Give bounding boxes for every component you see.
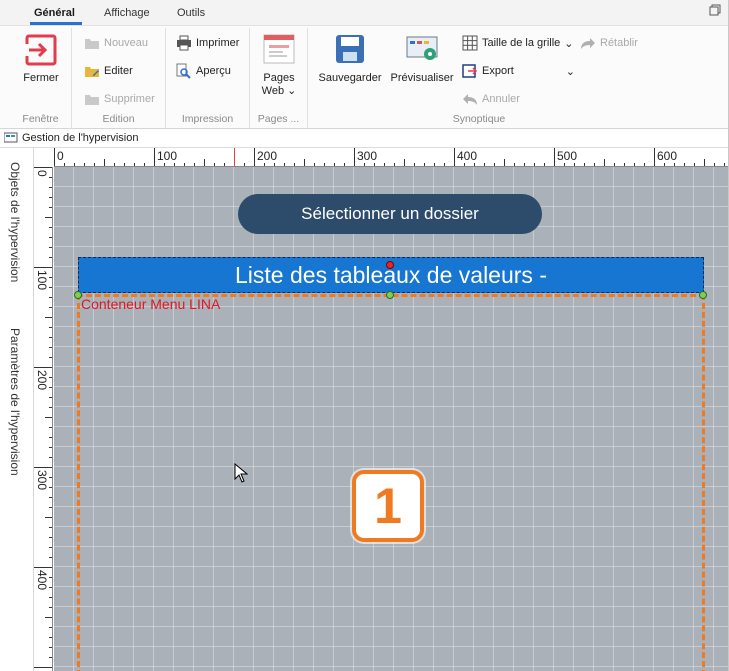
group-edition: Nouveau Editer Supprimer Edition bbox=[72, 28, 166, 128]
group-label-synoptique: Synoptique bbox=[452, 113, 506, 125]
group-label-impression: Impression bbox=[181, 113, 234, 125]
ribbon-tabs: Général Affichage Outils bbox=[0, 0, 728, 25]
tab-outils[interactable]: Outils bbox=[177, 7, 205, 19]
group-label-fenetre: Fenêtre bbox=[22, 113, 59, 125]
folder-plus-icon bbox=[84, 35, 100, 51]
h-ruler-label: 100 bbox=[157, 149, 177, 163]
tab-hypervision-objects[interactable]: Objets de l'hypervision bbox=[8, 162, 22, 282]
mouse-cursor-icon bbox=[234, 462, 249, 486]
horizontal-ruler-ticks: 0 100 200 300 400 500 600 bbox=[54, 148, 725, 166]
redo-icon bbox=[580, 35, 596, 51]
v-ruler-label: 100 bbox=[35, 270, 49, 290]
ruler-corner bbox=[34, 148, 54, 167]
h-ruler-label: 400 bbox=[457, 149, 477, 163]
grid-size-dropdown[interactable]: Taille de la grille ⌄ bbox=[462, 33, 573, 53]
print-button[interactable]: Imprimer bbox=[176, 33, 239, 53]
close-button[interactable]: Fermer bbox=[18, 34, 64, 85]
group-label-edition: Edition bbox=[102, 113, 135, 125]
h-ruler-label: 300 bbox=[357, 149, 377, 163]
v-ruler-label: 400 bbox=[35, 570, 49, 590]
vertical-ruler-ticks: 0 100 200 300 400 bbox=[34, 167, 52, 668]
h-ruler-label: 200 bbox=[257, 149, 277, 163]
group-label-pages: Pages ... bbox=[257, 113, 300, 125]
resize-handle-left[interactable] bbox=[74, 291, 82, 299]
group-fenetre: Fermer Fenêtre bbox=[10, 28, 72, 128]
preview-button[interactable]: Prévisualiser bbox=[388, 34, 456, 85]
chevron-down-icon: ⌄ bbox=[287, 85, 297, 97]
delete-button[interactable]: Supprimer bbox=[84, 89, 155, 109]
ribbon: Fermer Fenêtre Nouveau Editer Supprimer … bbox=[0, 25, 728, 129]
undo-button[interactable]: Annuler bbox=[462, 89, 520, 109]
monitor-preview-icon bbox=[406, 34, 438, 64]
vertical-ruler: 0 100 200 300 400 bbox=[34, 167, 53, 671]
export-dropdown[interactable]: Export ⌄ bbox=[462, 61, 575, 81]
h-ruler-label: 500 bbox=[557, 149, 577, 163]
tab-general[interactable]: Général bbox=[34, 7, 75, 19]
chevron-down-icon: ⌄ bbox=[565, 65, 576, 78]
print-preview-button[interactable]: Aperçu bbox=[176, 61, 231, 81]
export-icon bbox=[462, 63, 478, 79]
undo-icon bbox=[462, 91, 478, 107]
chevron-down-icon: ⌄ bbox=[564, 37, 574, 50]
resize-handle-right[interactable] bbox=[699, 291, 707, 299]
breadcrumb-title: Gestion de l'hypervision bbox=[22, 132, 139, 144]
group-pages: Pages Web ⌄ Pages ... bbox=[250, 28, 308, 128]
v-ruler-label: 0 bbox=[35, 170, 49, 177]
rotate-handle[interactable] bbox=[386, 261, 394, 269]
side-panel: Objets de l'hypervision Paramètres de l'… bbox=[0, 148, 34, 671]
floppy-disk-icon bbox=[335, 34, 365, 64]
h-ruler-label: 0 bbox=[57, 149, 64, 163]
magnifier-page-icon bbox=[176, 63, 192, 79]
web-pages-button[interactable]: Pages Web ⌄ bbox=[256, 34, 302, 98]
restore-icon[interactable] bbox=[707, 4, 723, 18]
new-button[interactable]: Nouveau bbox=[84, 33, 148, 53]
select-folder-button[interactable]: Sélectionner un dossier bbox=[238, 194, 542, 234]
group-synoptique: Sauvegarder Prévisualiser Taille de la g… bbox=[308, 28, 650, 128]
step-number-badge: 1 bbox=[352, 470, 424, 542]
save-button[interactable]: Sauvegarder bbox=[316, 34, 384, 85]
folder-edit-icon bbox=[84, 63, 100, 79]
redo-button[interactable]: Rétablir bbox=[580, 33, 638, 53]
ruler-cursor-marker bbox=[234, 148, 235, 166]
horizontal-ruler: 0 100 200 300 400 500 600 bbox=[54, 148, 728, 167]
exit-icon bbox=[25, 34, 57, 66]
group-impression: Imprimer Aperçu Impression bbox=[166, 28, 250, 128]
edit-button[interactable]: Editer bbox=[84, 61, 133, 81]
synoptic-canvas[interactable]: Sélectionner un dossier Liste des tablea… bbox=[54, 167, 728, 671]
hypervision-icon bbox=[3, 132, 18, 144]
container-label: Conteneur Menu LINA bbox=[81, 296, 221, 312]
folder-delete-icon bbox=[84, 91, 100, 107]
tab-affichage[interactable]: Affichage bbox=[104, 7, 150, 19]
breadcrumb: Gestion de l'hypervision bbox=[0, 129, 728, 148]
resize-handle-top[interactable] bbox=[386, 291, 394, 299]
web-page-icon bbox=[263, 34, 295, 64]
tab-hypervision-settings[interactable]: Paramètres de l'hypervision bbox=[8, 328, 22, 476]
printer-icon bbox=[176, 35, 192, 51]
v-ruler-label: 300 bbox=[35, 470, 49, 490]
v-ruler-label: 200 bbox=[35, 370, 49, 390]
h-ruler-label: 600 bbox=[657, 149, 677, 163]
grid-icon bbox=[462, 35, 478, 51]
app-window: Général Affichage Outils Fermer Fenêtre … bbox=[0, 0, 729, 671]
